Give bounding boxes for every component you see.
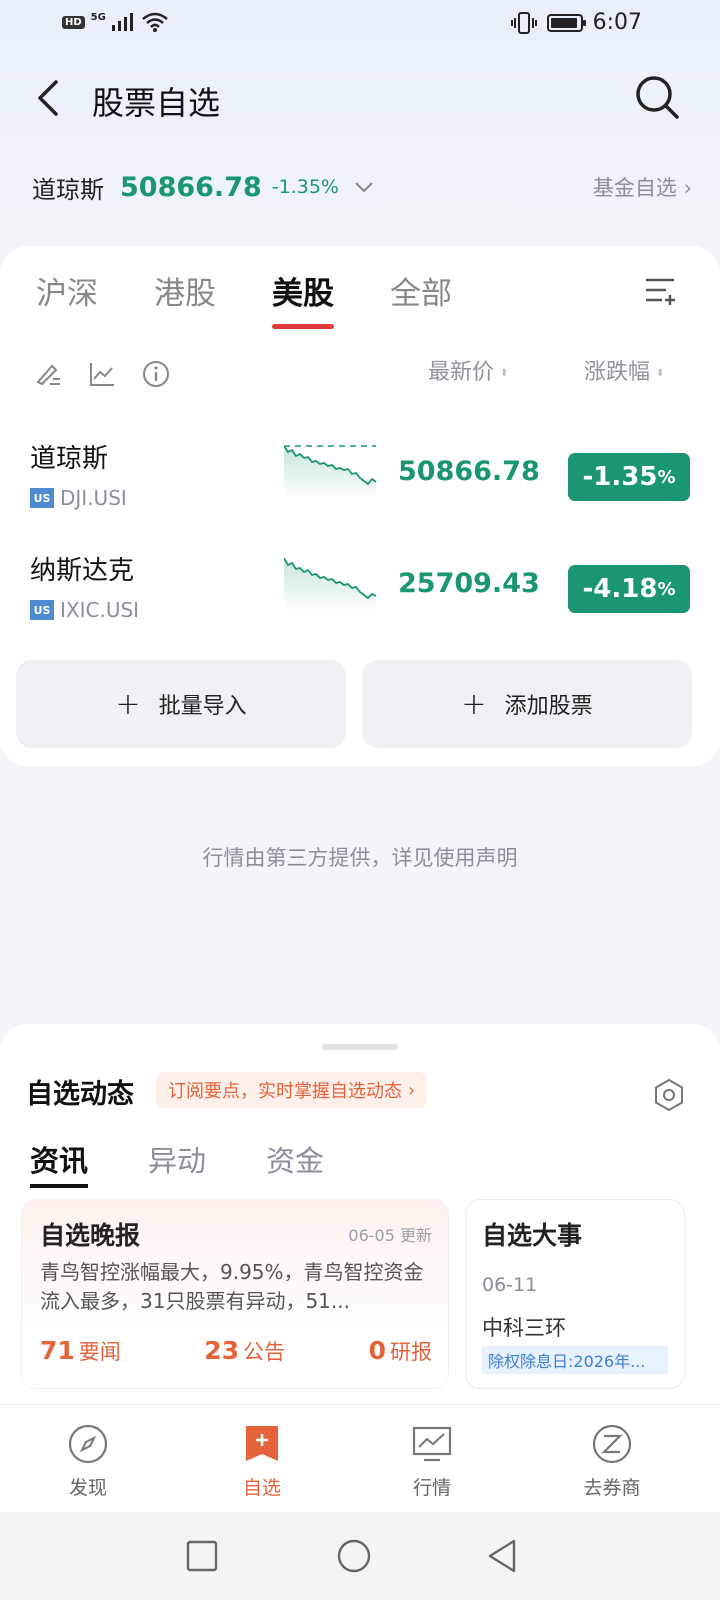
card-title: 自选大事 xyxy=(482,1221,583,1250)
market-badge: US xyxy=(30,600,54,620)
stock-name: 道琼斯 xyxy=(30,444,109,474)
sort-icon: ⬍ xyxy=(500,367,509,379)
back-nav-icon[interactable] xyxy=(484,1538,520,1574)
home-icon[interactable] xyxy=(336,1538,372,1574)
tab-hs[interactable]: 沪深 xyxy=(36,268,98,328)
feed-tabs: 资讯 异动 资金 xyxy=(30,1138,384,1188)
add-stock-button[interactable]: + 添加股票 xyxy=(362,660,692,748)
sheet-title: 自选动态 xyxy=(26,1079,134,1110)
search-icon[interactable] xyxy=(634,74,680,120)
sparkline xyxy=(284,557,377,612)
update-date: 06-05 更新 xyxy=(348,1226,432,1245)
data-disclaimer[interactable]: 行情由第三方提供，详见使用声明 xyxy=(0,842,720,872)
chart-line-icon[interactable] xyxy=(88,360,116,388)
change-badge: -1.35% xyxy=(568,453,690,501)
compass-icon xyxy=(68,1424,108,1464)
recents-icon[interactable] xyxy=(184,1538,220,1574)
major-events-card[interactable]: 自选大事 06-11 中科三环 除权除息日:2026年... xyxy=(466,1200,684,1388)
chevron-left-icon[interactable] xyxy=(28,76,72,120)
stock-code: IXIC.USI xyxy=(60,598,140,622)
stock-price: 25709.43 xyxy=(398,568,540,599)
event-date: 06-11 xyxy=(482,1274,538,1296)
plus-icon: + xyxy=(115,686,141,722)
card-summary: 青鸟智控涨幅最大，9.95%，青鸟智控资金流入最多，31只股票有异动，51... xyxy=(40,1260,424,1313)
tab-all[interactable]: 全部 xyxy=(390,268,452,328)
col-header-price[interactable]: 最新价 ⬍ xyxy=(428,354,508,386)
stat-announcements[interactable]: 23 公告 xyxy=(204,1336,285,1366)
tab-us[interactable]: 美股 xyxy=(272,268,334,329)
app-header: 股票自选 xyxy=(0,60,720,140)
hd-badge: HD xyxy=(62,15,85,29)
stock-row[interactable]: 纳斯达克 US IXIC.USI 25709.43 -4.18% xyxy=(0,542,720,652)
vibrate-icon xyxy=(510,11,537,34)
drag-handle[interactable] xyxy=(322,1044,398,1050)
settings-icon[interactable] xyxy=(652,1078,686,1112)
chevron-down-icon[interactable] xyxy=(353,176,375,198)
edit-icon[interactable] xyxy=(34,360,62,388)
index-price: 50866.78 xyxy=(120,171,262,203)
batch-import-button[interactable]: + 批量导入 xyxy=(16,660,346,748)
page-title: 股票自选 xyxy=(92,84,221,122)
fund-watchlist-link[interactable]: 基金自选 › xyxy=(593,172,692,202)
plus-icon: + xyxy=(461,686,487,722)
evening-report-card[interactable]: 自选晚报 06-05 更新 青鸟智控涨幅最大，9.95%，青鸟智控资金流入最多，… xyxy=(22,1200,448,1388)
stock-name: 纳斯达克 xyxy=(30,556,135,586)
tab-market[interactable]: 行情 xyxy=(372,1423,492,1500)
tab-hk[interactable]: 港股 xyxy=(154,268,216,328)
stat-research[interactable]: 0 研报 xyxy=(369,1336,432,1366)
bottom-tab-bar: 发现 自选 行情 去券商 xyxy=(0,1404,720,1512)
stat-news[interactable]: 71 要闻 xyxy=(40,1336,121,1366)
stock-price: 50866.78 xyxy=(398,456,540,487)
col-header-change[interactable]: 涨跌幅 ⬍ xyxy=(584,354,664,386)
watchlist-card: 沪深 港股 美股 全部 最新价 ⬍ 涨跌幅 ⬍ 道琼斯 US DJI.USI 5086… xyxy=(0,246,720,766)
chevron-right-icon: › xyxy=(408,1079,416,1101)
event-tag: 除权除息日:2026年... xyxy=(482,1346,668,1374)
watchlist-feed-sheet: 自选动态 订阅要点，实时掌握自选动态 › 资讯 异动 资金 自选晚报 06-05 … xyxy=(0,1024,720,1404)
tab-funds[interactable]: 资金 xyxy=(266,1138,324,1188)
tab-discover[interactable]: 发现 xyxy=(28,1423,148,1500)
bookmark-plus-icon xyxy=(246,1426,278,1461)
chevron-right-icon: › xyxy=(683,176,692,200)
index-name: 道琼斯 xyxy=(32,175,104,204)
event-company: 中科三环 xyxy=(482,1316,566,1340)
sort-icon: ⬍ xyxy=(656,367,665,379)
chart-monitor-icon xyxy=(412,1426,452,1462)
change-badge: -4.18% xyxy=(568,565,690,613)
list-settings-icon[interactable] xyxy=(644,276,678,306)
tab-broker[interactable]: 去券商 xyxy=(552,1423,672,1500)
subscribe-pill[interactable]: 订阅要点，实时掌握自选动态 › xyxy=(156,1072,428,1108)
clock: 6:07 xyxy=(592,10,642,35)
system-nav-bar xyxy=(0,1512,720,1600)
tab-watchlist[interactable]: 自选 xyxy=(202,1423,322,1500)
broker-icon xyxy=(592,1424,632,1464)
sparkline xyxy=(284,445,377,500)
tab-movement[interactable]: 异动 xyxy=(148,1138,206,1188)
tab-news[interactable]: 资讯 xyxy=(30,1138,89,1188)
info-icon[interactable] xyxy=(142,360,170,388)
wifi-icon xyxy=(142,12,168,32)
battery-icon xyxy=(546,13,586,32)
signal-label: 5G xyxy=(90,11,106,23)
signal-icon xyxy=(111,13,133,31)
index-ticker[interactable]: 道琼斯 50866.78 -1.35% 基金自选 › xyxy=(32,165,692,209)
index-change: -1.35% xyxy=(271,176,339,198)
stock-row[interactable]: 道琼斯 US DJI.USI 50866.78 -1.35% xyxy=(0,430,720,540)
stock-code: DJI.USI xyxy=(60,486,127,510)
status-bar: HD 5G 6:07 xyxy=(0,0,720,48)
toolbar xyxy=(34,360,170,388)
market-badge: US xyxy=(30,488,54,508)
market-tabs: 沪深 港股 美股 全部 xyxy=(36,268,508,329)
card-title: 自选晚报 xyxy=(40,1221,141,1250)
